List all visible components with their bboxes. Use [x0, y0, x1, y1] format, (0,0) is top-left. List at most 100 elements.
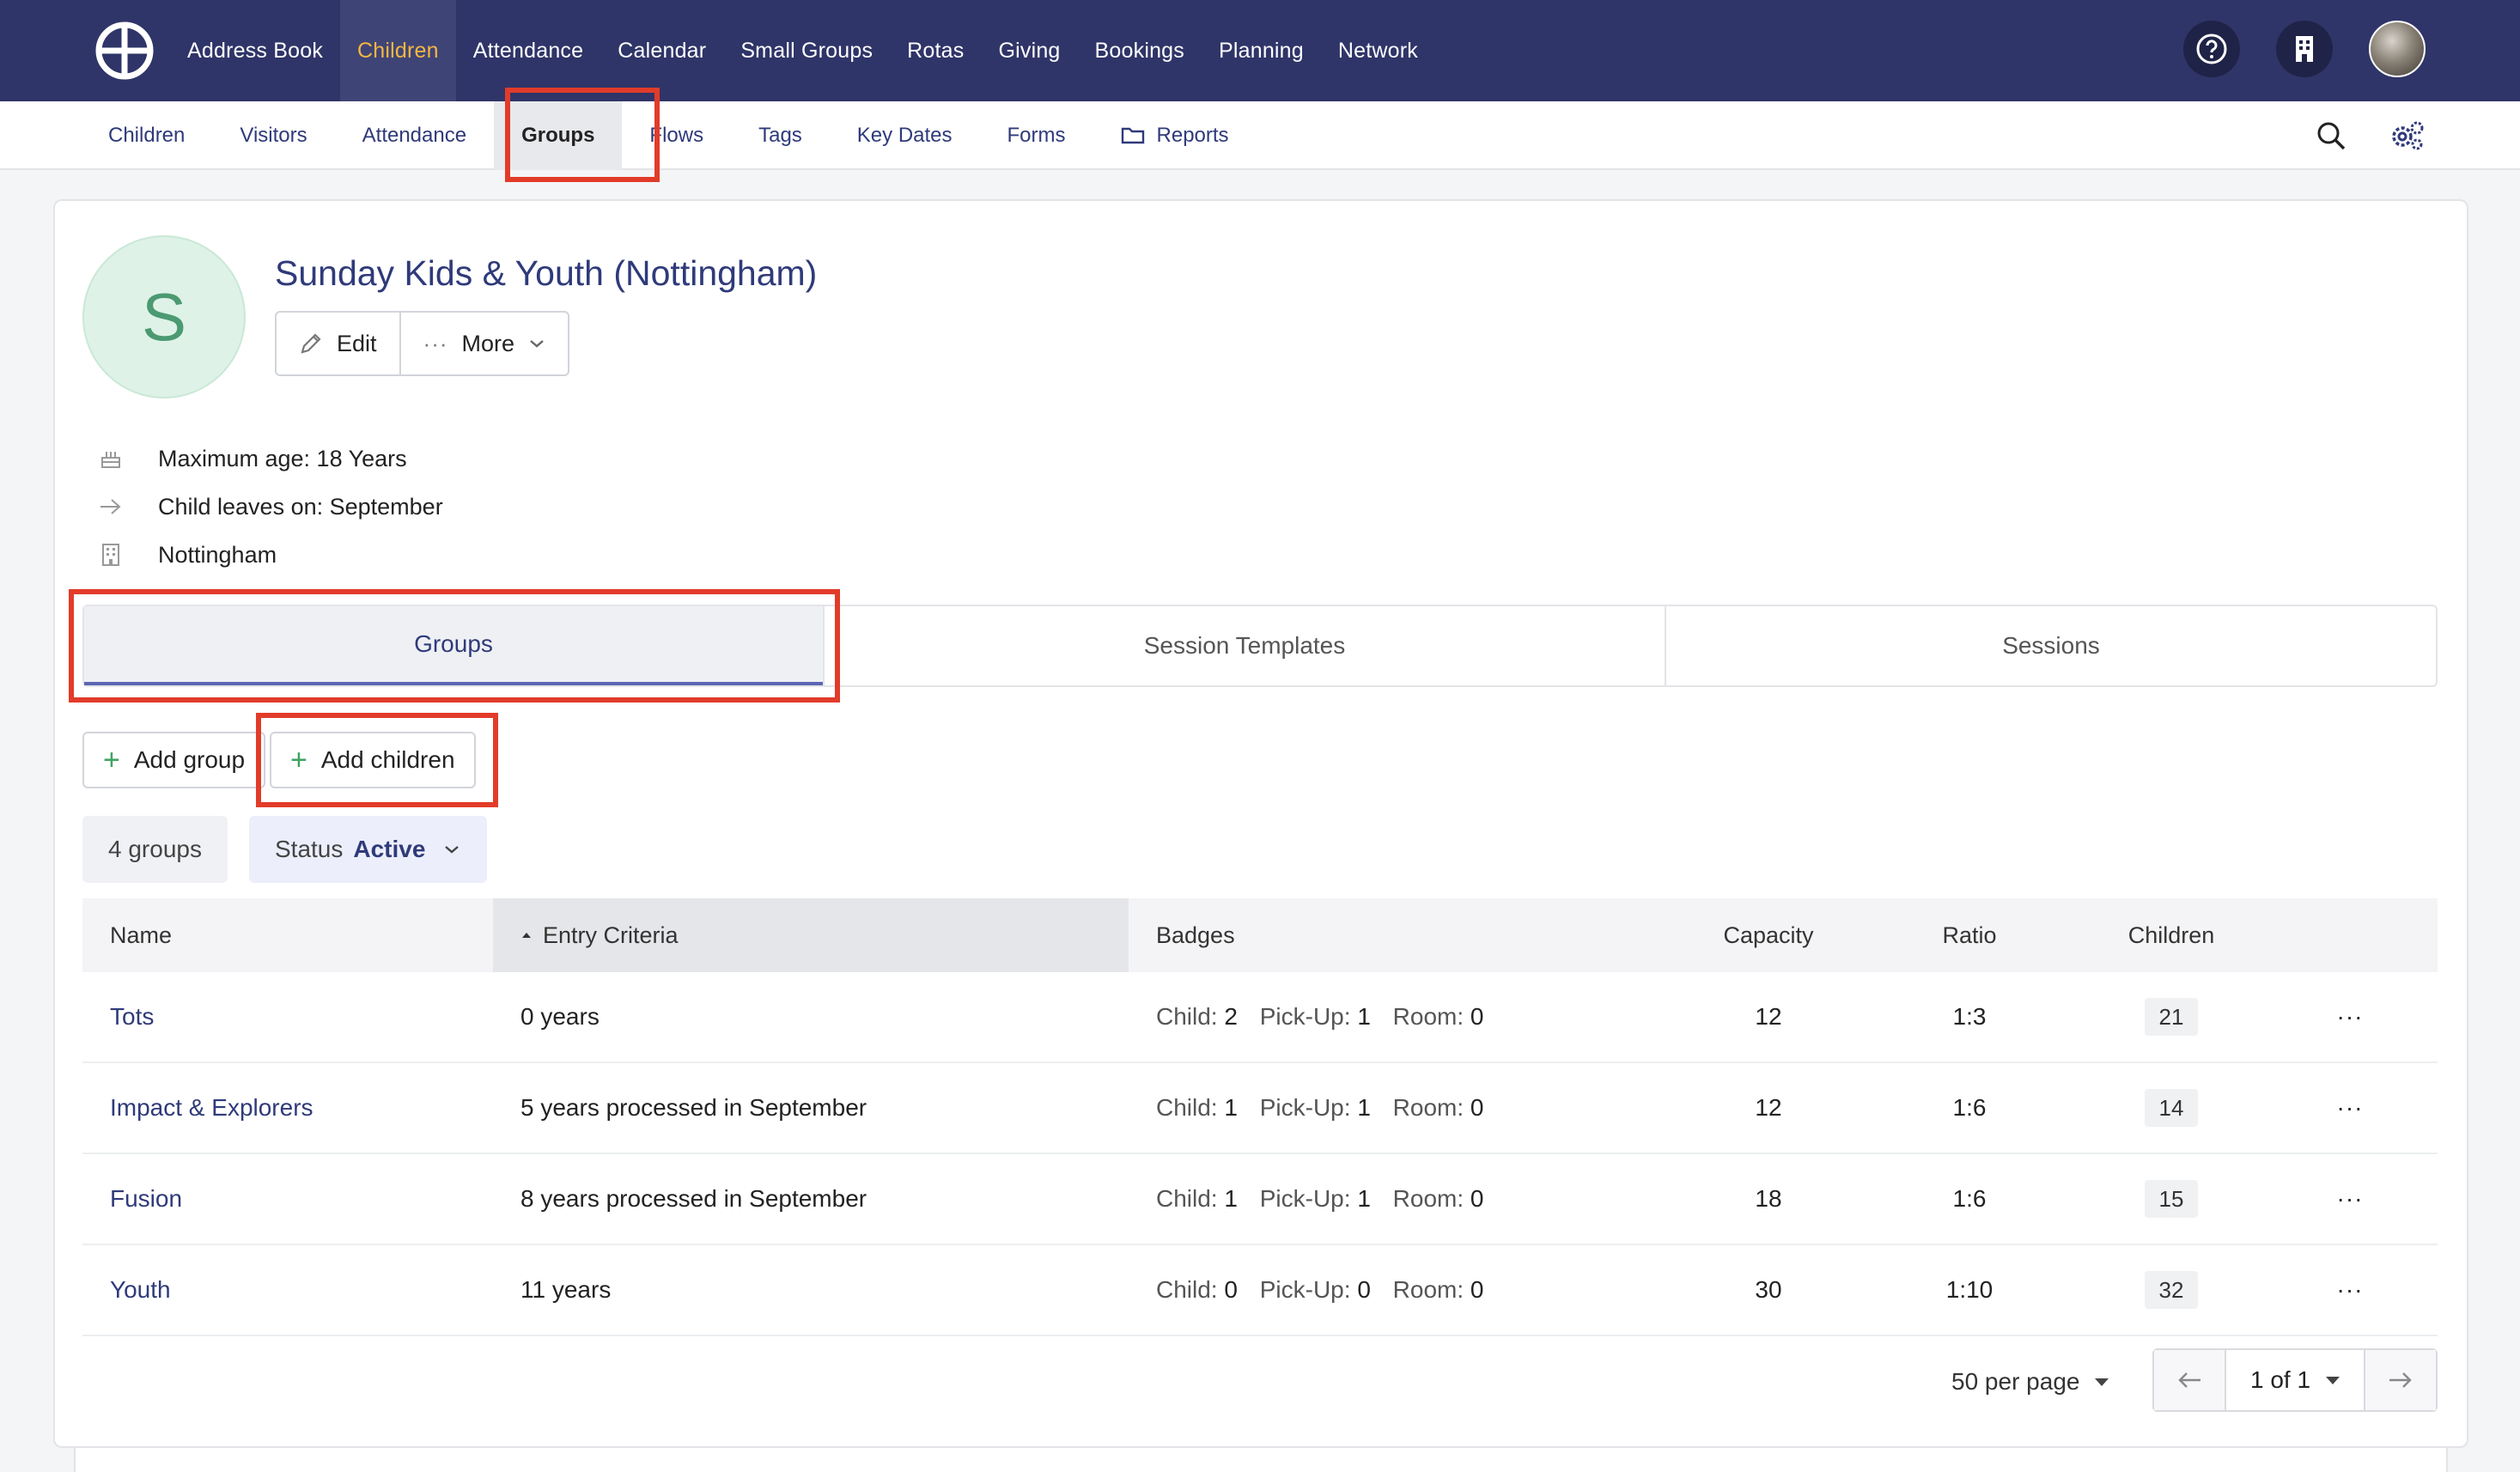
- entry-criteria: 0 years: [520, 1003, 600, 1030]
- top-nav-planning[interactable]: Planning: [1202, 0, 1321, 101]
- user-avatar[interactable]: [2369, 21, 2426, 77]
- badge-room-label: Room:: [1392, 1094, 1464, 1121]
- search-button[interactable]: [2312, 117, 2350, 155]
- group-name-link[interactable]: Fusion: [110, 1185, 182, 1212]
- ellipsis-icon: ···: [2336, 1185, 2364, 1212]
- top-nav-bookings[interactable]: Bookings: [1078, 0, 1202, 101]
- status-filter[interactable]: Status Active: [249, 816, 488, 883]
- add-group-label: Add group: [133, 746, 246, 773]
- page-select[interactable]: 1 of 1: [2225, 1350, 2365, 1410]
- top-nav-attendance[interactable]: Attendance: [456, 0, 601, 101]
- ratio-cell: 1:10: [1945, 1276, 1993, 1303]
- badge-child-count: 0: [1224, 1276, 1238, 1303]
- add-children-label: Add children: [320, 746, 455, 773]
- header-children[interactable]: Children: [2080, 922, 2262, 949]
- row-menu-button[interactable]: ···: [2262, 1094, 2438, 1122]
- group-name-link[interactable]: Impact & Explorers: [110, 1094, 313, 1121]
- top-nav-giving[interactable]: Giving: [981, 0, 1077, 101]
- table-row: Impact & Explorers 5 years processed in …: [82, 1063, 2438, 1154]
- sub-nav-key-dates[interactable]: Key Dates: [830, 101, 980, 170]
- tab-session-templates[interactable]: Session Templates: [823, 606, 1665, 685]
- add-children-button[interactable]: + Add children: [270, 732, 476, 788]
- caret-down-icon: [2095, 1378, 2109, 1386]
- badges-cell: Child: 0 Pick-Up: 0 Room: 0: [1129, 1276, 1678, 1304]
- sub-nav-visitors[interactable]: Visitors: [212, 101, 334, 170]
- row-menu-button[interactable]: ···: [2262, 1003, 2438, 1031]
- per-page-select[interactable]: 50 per page: [1951, 1360, 2109, 1403]
- top-nav-network[interactable]: Network: [1321, 0, 1435, 101]
- ellipsis-icon: ···: [2336, 1003, 2364, 1030]
- header-name[interactable]: Name: [82, 922, 493, 949]
- more-button[interactable]: ··· More: [399, 313, 569, 374]
- group-actions: Edit ··· More: [275, 311, 570, 376]
- children-count[interactable]: 32: [2145, 1271, 2198, 1309]
- top-nav-calendar[interactable]: Calendar: [600, 0, 723, 101]
- badge-child-count: 2: [1224, 1003, 1238, 1030]
- per-page-value: 50 per page: [1951, 1368, 2080, 1395]
- add-group-button[interactable]: + Add group: [82, 732, 266, 788]
- status-filter-value: Active: [353, 836, 426, 862]
- gear-icon: [2392, 121, 2424, 150]
- app-logo-icon[interactable]: [94, 21, 155, 81]
- table-row: Tots 0 years Child: 2 Pick-Up: 1 Room: 0…: [82, 972, 2438, 1063]
- header-entry-criteria[interactable]: Entry Criteria: [493, 898, 1129, 972]
- groups-count: 4 groups: [82, 816, 228, 883]
- badge-room-count: 0: [1470, 1185, 1484, 1212]
- badge-child-label: Child:: [1156, 1003, 1218, 1030]
- capacity-cell: 30: [1755, 1276, 1782, 1303]
- info-leaves-on-text: Child leaves on: September: [158, 493, 443, 520]
- row-menu-button[interactable]: ···: [2262, 1185, 2438, 1213]
- page-indicator: 1 of 1: [2249, 1366, 2311, 1393]
- header-ratio[interactable]: Ratio: [1859, 922, 2080, 949]
- tab-groups[interactable]: Groups: [84, 606, 823, 685]
- building-icon: [98, 543, 124, 567]
- sub-nav-children[interactable]: Children: [81, 101, 212, 170]
- sub-nav-attendance[interactable]: Attendance: [335, 101, 494, 170]
- badge-child-count: 1: [1224, 1094, 1238, 1121]
- sub-nav-forms[interactable]: Forms: [980, 101, 1093, 170]
- ratio-cell: 1:6: [1952, 1185, 1987, 1212]
- top-nav-actions: [2183, 21, 2426, 77]
- sub-nav-tags[interactable]: Tags: [731, 101, 830, 170]
- tab-sessions[interactable]: Sessions: [1665, 606, 2436, 685]
- top-nav-address-book[interactable]: Address Book: [170, 0, 340, 101]
- settings-button[interactable]: [2388, 117, 2426, 155]
- header-badges: Badges: [1156, 922, 1235, 948]
- children-count[interactable]: 14: [2145, 1089, 2198, 1127]
- capacity-cell: 18: [1755, 1185, 1782, 1212]
- sub-nav-reports[interactable]: Reports: [1093, 101, 1257, 170]
- organisation-button[interactable]: [2276, 21, 2333, 77]
- edit-button-label: Edit: [337, 330, 377, 356]
- cake-icon: [98, 447, 124, 470]
- children-count[interactable]: 21: [2145, 998, 2198, 1036]
- sub-nav-menu: Children Visitors Attendance Groups Flow…: [81, 101, 1257, 170]
- top-nav-children[interactable]: Children: [340, 0, 456, 101]
- sub-nav-reports-label: Reports: [1156, 124, 1229, 147]
- top-nav-rotas[interactable]: Rotas: [890, 0, 981, 101]
- header-capacity[interactable]: Capacity: [1678, 922, 1859, 949]
- next-page-button[interactable]: [2365, 1350, 2436, 1410]
- sub-nav-groups[interactable]: Groups: [494, 101, 623, 170]
- chevron-down-icon: [530, 340, 544, 348]
- arrow-right-icon: [2389, 1372, 2412, 1388]
- children-count[interactable]: 15: [2145, 1180, 2198, 1218]
- pencil-icon: [301, 333, 321, 354]
- badge-child-label: Child:: [1156, 1276, 1218, 1303]
- top-nav-small-groups[interactable]: Small Groups: [723, 0, 890, 101]
- badge-room-count: 0: [1470, 1276, 1484, 1303]
- prev-page-button[interactable]: [2154, 1350, 2225, 1410]
- edit-button[interactable]: Edit: [277, 313, 399, 374]
- row-menu-button[interactable]: ···: [2262, 1276, 2438, 1304]
- badge-pickup-label: Pick-Up:: [1259, 1094, 1351, 1121]
- ratio-cell: 1:6: [1952, 1094, 1987, 1121]
- badges-cell: Child: 2 Pick-Up: 1 Room: 0: [1129, 1003, 1678, 1031]
- table-row: Fusion 8 years processed in September Ch…: [82, 1154, 2438, 1245]
- group-name-link[interactable]: Tots: [110, 1003, 154, 1030]
- capacity-cell: 12: [1755, 1094, 1782, 1121]
- plus-icon: +: [290, 744, 307, 776]
- help-button[interactable]: [2183, 21, 2240, 77]
- group-name-link[interactable]: Youth: [110, 1276, 171, 1303]
- badge-pickup-count: 1: [1357, 1003, 1371, 1030]
- top-nav-menu: Address Book Children Attendance Calenda…: [170, 0, 1435, 101]
- sub-nav-flows[interactable]: Flows: [622, 101, 731, 170]
